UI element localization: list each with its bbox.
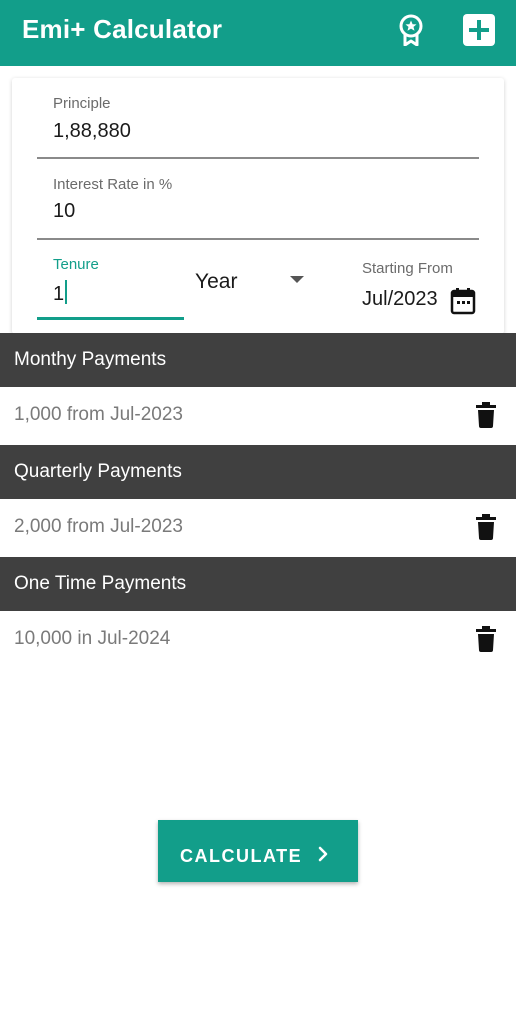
add-box-icon[interactable] <box>462 13 496 47</box>
principle-underline <box>37 157 479 159</box>
starting-from-value[interactable]: Jul/2023 <box>362 288 438 311</box>
section-title: Monthy Payments <box>14 349 167 370</box>
payment-text: 10,000 in Jul-2024 <box>14 628 171 649</box>
text-cursor <box>65 280 68 304</box>
section-title: One Time Payments <box>14 573 187 594</box>
calculate-label: CALCULATE <box>180 846 303 866</box>
section-header-quarterly: Quarterly Payments <box>0 445 516 499</box>
payment-text: 2,000 from Jul-2023 <box>14 516 183 537</box>
payment-row[interactable]: 1,000 from Jul-2023 <box>0 387 516 445</box>
delete-icon[interactable] <box>475 626 497 652</box>
section-header-monthly: Monthy Payments <box>0 333 516 387</box>
interest-rate-label: Interest Rate in % <box>53 176 173 193</box>
loan-input-card: Principle 1,88,880 Interest Rate in % 10… <box>12 78 504 334</box>
section-title: Quarterly Payments <box>14 461 182 482</box>
calculate-button[interactable]: CALCULATE <box>158 820 358 882</box>
interest-rate-underline <box>37 238 479 240</box>
payment-row[interactable]: 10,000 in Jul-2024 <box>0 611 516 669</box>
tenure-unit-value: Year <box>195 270 238 293</box>
tenure-underline <box>37 317 184 320</box>
tenure-unit-dropdown[interactable]: Year <box>195 268 315 298</box>
payment-text: 1,000 from Jul-2023 <box>14 404 183 425</box>
dropdown-arrow-icon <box>290 276 304 283</box>
interest-rate-input[interactable]: 10 <box>53 200 75 223</box>
tenure-value: 1 <box>53 283 65 305</box>
chevron-right-icon <box>316 846 330 862</box>
starting-from-label: Starting From <box>362 260 453 277</box>
delete-icon[interactable] <box>475 402 497 428</box>
tenure-input[interactable]: 1 <box>53 280 68 306</box>
section-header-one-time: One Time Payments <box>0 557 516 611</box>
principle-input[interactable]: 1,88,880 <box>53 120 131 143</box>
tenure-label: Tenure <box>53 256 99 273</box>
principle-label: Principle <box>53 95 111 112</box>
app-title: Emi+ Calculator <box>22 14 223 44</box>
app-bar: Emi+ Calculator <box>0 0 516 66</box>
award-badge-icon[interactable] <box>396 14 426 47</box>
delete-icon[interactable] <box>475 514 497 540</box>
calendar-icon[interactable] <box>450 287 476 315</box>
payment-row[interactable]: 2,000 from Jul-2023 <box>0 499 516 557</box>
